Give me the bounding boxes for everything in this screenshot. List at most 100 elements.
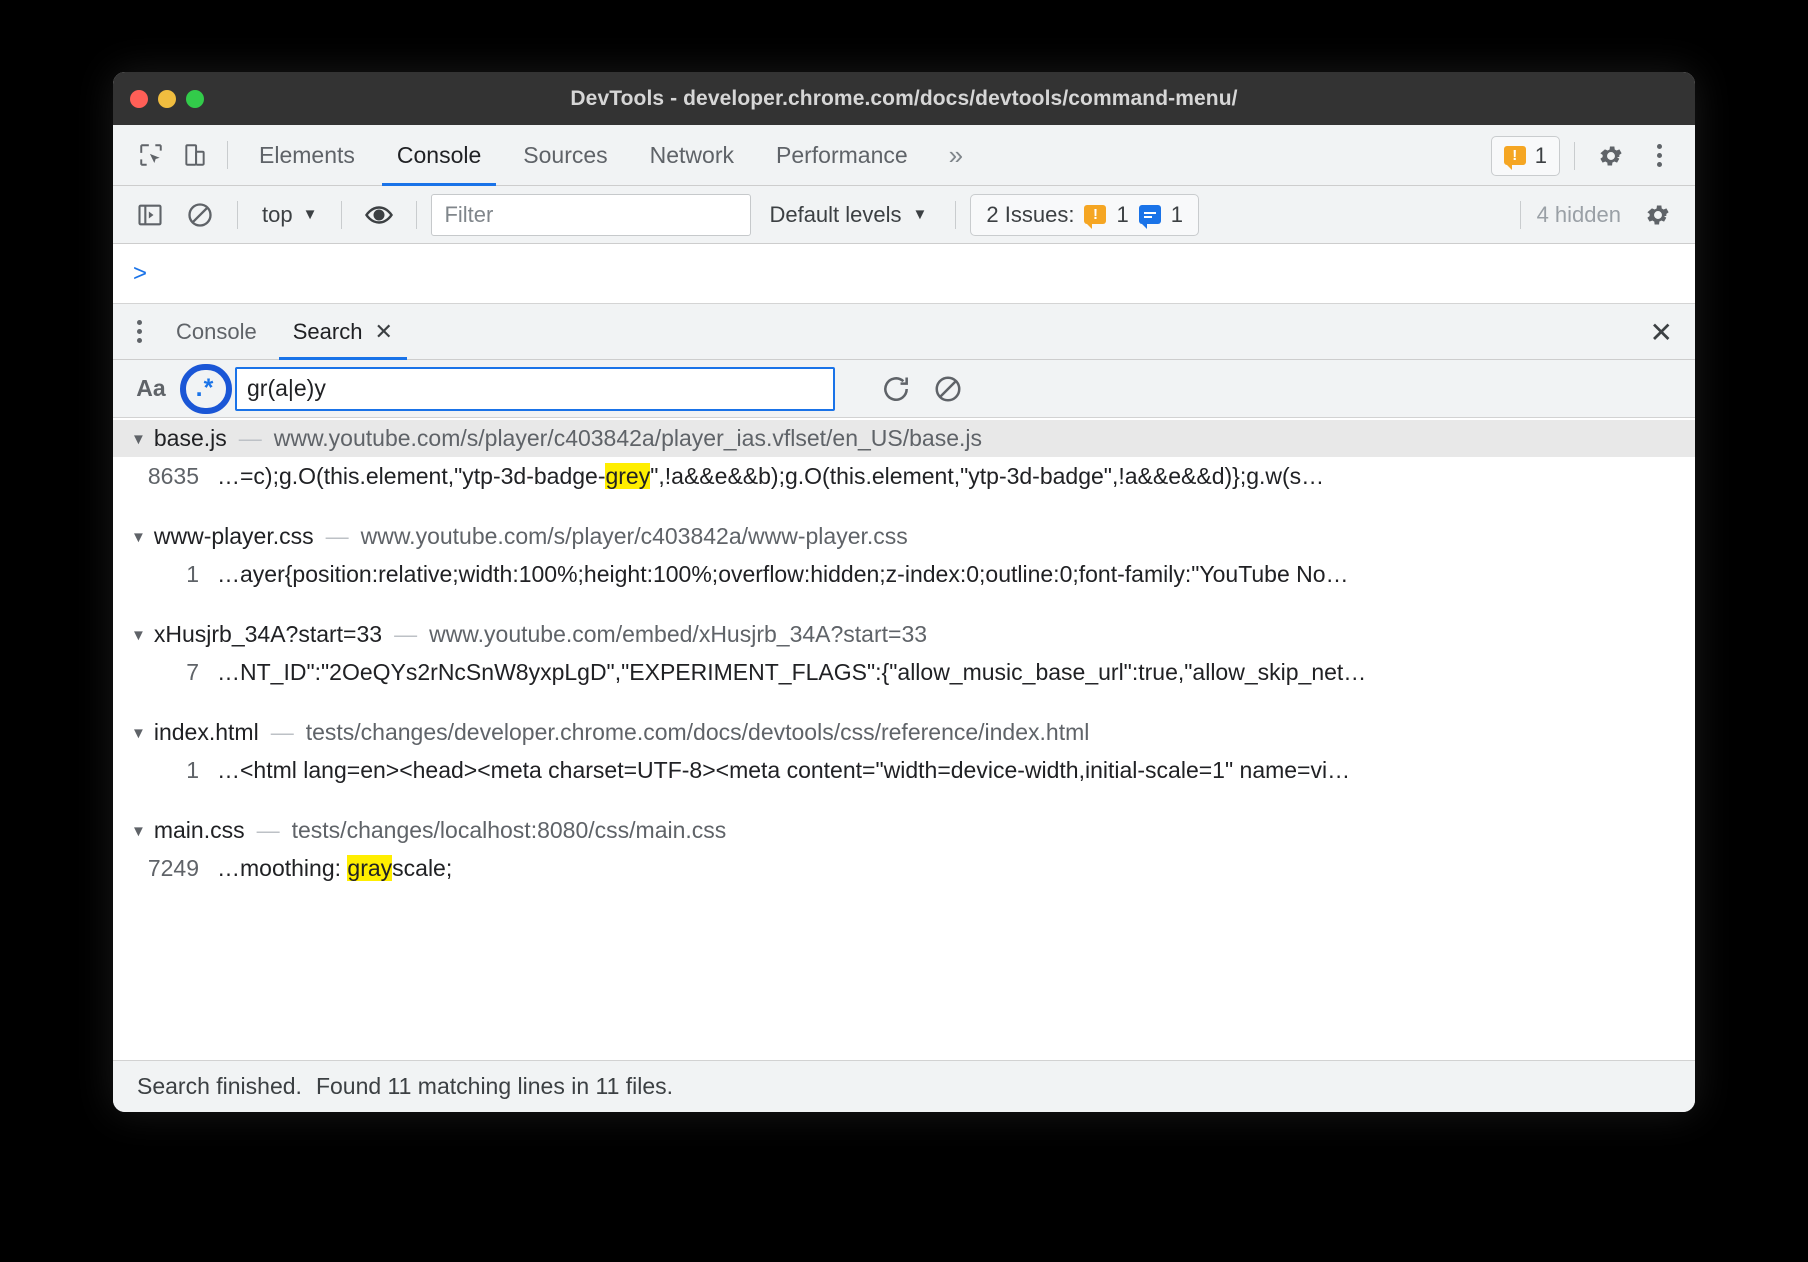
regex-label: .* <box>196 374 215 403</box>
close-icon[interactable]: ✕ <box>374 319 392 345</box>
search-input[interactable] <box>235 367 835 411</box>
filter-divider-5 <box>1520 201 1521 229</box>
kebab-menu-icon[interactable] <box>1637 134 1681 178</box>
match-case-label: Aa <box>136 375 165 402</box>
result-file-url: tests/changes/localhost:8080/css/main.cs… <box>292 817 727 844</box>
search-result-match[interactable]: 7249 …moothing: grayscale; <box>113 849 1695 888</box>
match-highlight: gray <box>347 855 392 881</box>
maximize-window-button[interactable] <box>186 90 204 108</box>
chevron-down-icon: ▼ <box>913 206 928 223</box>
tab-performance-label: Performance <box>776 142 908 169</box>
toolbar-divider <box>227 141 228 169</box>
search-results-list[interactable]: ▼ base.js — www.youtube.com/s/player/c40… <box>113 418 1695 966</box>
log-levels-label: Default levels <box>769 202 901 228</box>
result-file-name: www-player.css <box>154 523 314 550</box>
chevron-down-icon[interactable]: ▼ <box>131 529 146 546</box>
drawer-tab-search[interactable]: Search ✕ <box>275 304 411 360</box>
gear-icon[interactable] <box>1635 192 1681 238</box>
result-separator: — <box>314 523 361 550</box>
device-toolbar-icon[interactable] <box>173 133 217 177</box>
search-result-match[interactable]: 1 …<html lang=en><head><meta charset=UTF… <box>113 751 1695 790</box>
console-prompt[interactable]: > <box>113 244 1695 304</box>
search-status-bar: Search finished. Found 11 matching lines… <box>113 1060 1695 1112</box>
window-title: DevTools - developer.chrome.com/docs/dev… <box>113 87 1695 111</box>
tab-network[interactable]: Network <box>629 125 755 186</box>
traffic-lights <box>130 72 204 125</box>
filter-divider-2 <box>341 201 342 229</box>
tab-console[interactable]: Console <box>376 125 502 186</box>
result-gap <box>113 594 1695 616</box>
log-levels-selector[interactable]: Default levels ▼ <box>755 202 941 228</box>
result-line-number: 8635 <box>113 463 217 490</box>
result-line-number: 7 <box>113 659 217 686</box>
warning-bubble-icon: ! <box>1504 146 1526 165</box>
search-result-match[interactable]: 1 …ayer{position:relative;width:100%;hei… <box>113 555 1695 594</box>
drawer-tab-console-label: Console <box>176 319 257 345</box>
tab-network-label: Network <box>650 142 734 169</box>
issues-warning-count: 1 <box>1116 202 1128 228</box>
chevron-down-icon[interactable]: ▼ <box>131 725 146 742</box>
chevron-down-icon[interactable]: ▼ <box>131 627 146 644</box>
result-match-text: …NT_ID":"2OeQYs2rNcSnW8yxpLgD","EXPERIME… <box>217 659 1366 686</box>
issues-badge-button[interactable]: ! 1 <box>1491 136 1560 176</box>
result-line-number: 1 <box>113 757 217 784</box>
tab-elements[interactable]: Elements <box>238 125 376 186</box>
issues-summary-label: 2 Issues: <box>986 202 1074 228</box>
execution-context-selector[interactable]: top ▼ <box>252 202 327 228</box>
drawer-tab-search-label: Search <box>293 319 363 345</box>
result-file-name: main.css <box>154 817 245 844</box>
result-separator: — <box>259 719 306 746</box>
minimize-window-button[interactable] <box>158 90 176 108</box>
close-drawer-button[interactable]: ✕ <box>1650 304 1673 360</box>
tab-performance[interactable]: Performance <box>755 125 929 186</box>
search-result-match[interactable]: 8635 …=c);g.O(this.element,"ytp-3d-badge… <box>113 457 1695 496</box>
close-window-button[interactable] <box>130 90 148 108</box>
info-bubble-icon <box>1139 205 1161 224</box>
show-console-sidebar-icon[interactable] <box>127 192 173 238</box>
chevron-down-icon[interactable]: ▼ <box>131 431 146 448</box>
more-tabs-icon[interactable]: » <box>929 140 983 171</box>
devtools-window: DevTools - developer.chrome.com/docs/dev… <box>113 72 1695 1112</box>
result-file-url: www.youtube.com/embed/xHusjrb_34A?start=… <box>429 621 927 648</box>
issues-summary-button[interactable]: 2 Issues: ! 1 1 <box>970 194 1199 236</box>
filter-divider-1 <box>237 201 238 229</box>
refresh-icon[interactable] <box>871 366 921 412</box>
filter-input[interactable] <box>431 194 751 236</box>
result-gap <box>113 790 1695 812</box>
gear-icon[interactable] <box>1589 134 1633 178</box>
console-filter-toolbar: top ▼ Default levels ▼ 2 Issues: ! 1 1 4… <box>113 186 1695 244</box>
result-match-text: …=c);g.O(this.element,"ytp-3d-badge-grey… <box>217 463 1324 490</box>
chevron-down-icon: ▼ <box>303 206 318 223</box>
search-result-file-header[interactable]: ▼ xHusjrb_34A?start=33 — www.youtube.com… <box>113 616 1695 653</box>
result-match-text: …moothing: grayscale; <box>217 855 452 882</box>
match-case-button[interactable]: Aa <box>127 367 175 411</box>
result-file-url: www.youtube.com/s/player/c403842a/player… <box>274 425 982 452</box>
inspect-element-icon[interactable] <box>129 133 173 177</box>
result-file-name: base.js <box>154 425 227 452</box>
chevron-down-icon[interactable]: ▼ <box>131 823 146 840</box>
drawer-kebab-menu-icon[interactable] <box>131 320 158 343</box>
search-result-match[interactable]: 7 …NT_ID":"2OeQYs2rNcSnW8yxpLgD","EXPERI… <box>113 653 1695 692</box>
tab-sources[interactable]: Sources <box>502 125 628 186</box>
execution-context-label: top <box>262 202 293 228</box>
use-regex-button[interactable]: .* <box>177 366 233 412</box>
devtools-tab-bar: Elements Console Sources Network Perform… <box>113 125 1695 186</box>
search-result-file-header[interactable]: ▼ main.css — tests/changes/localhost:808… <box>113 812 1695 849</box>
search-result-file-header[interactable]: ▼ www-player.css — www.youtube.com/s/pla… <box>113 518 1695 555</box>
tab-bar-divider <box>1574 142 1575 170</box>
result-file-url: www.youtube.com/s/player/c403842a/www-pl… <box>361 523 908 550</box>
match-highlight: grey <box>605 463 650 489</box>
result-file-name: xHusjrb_34A?start=33 <box>154 621 382 648</box>
tab-bar-actions: ! 1 <box>1491 125 1681 186</box>
hidden-messages-count[interactable]: 4 hidden <box>1537 202 1629 228</box>
clear-console-icon[interactable] <box>177 192 223 238</box>
drawer-tab-console[interactable]: Console <box>158 304 275 360</box>
search-finished-label: Search finished. <box>137 1073 302 1100</box>
clear-icon[interactable] <box>923 366 973 412</box>
result-file-name: index.html <box>154 719 259 746</box>
title-bar: DevTools - developer.chrome.com/docs/dev… <box>113 72 1695 125</box>
prompt-chevron-icon: > <box>133 260 147 288</box>
search-result-file-header[interactable]: ▼ base.js — www.youtube.com/s/player/c40… <box>113 420 1695 457</box>
live-expression-icon[interactable] <box>356 192 402 238</box>
search-result-file-header[interactable]: ▼ index.html — tests/changes/developer.c… <box>113 714 1695 751</box>
